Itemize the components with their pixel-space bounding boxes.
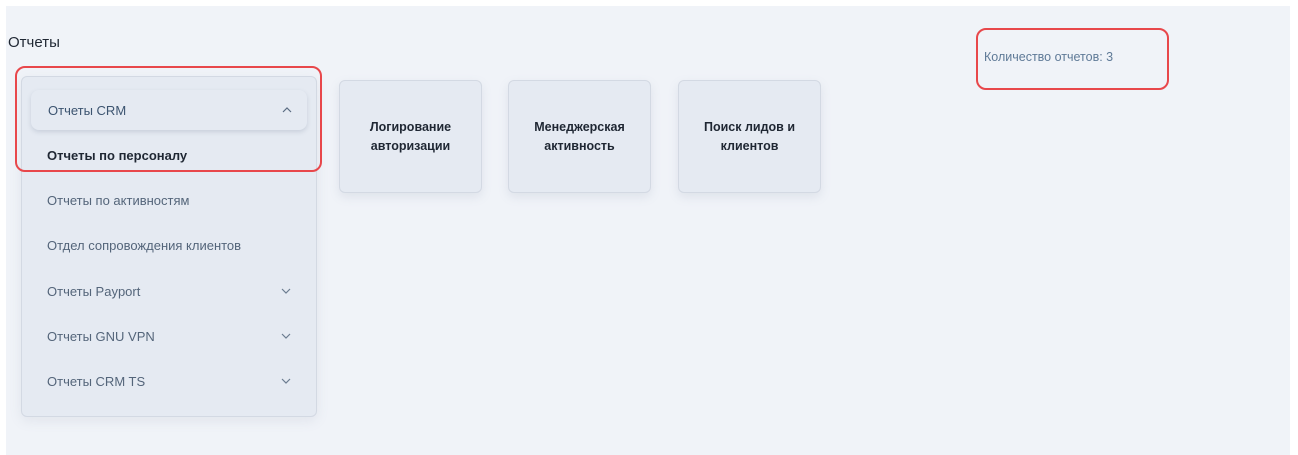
reports-category-menu: Отчеты CRM Отчеты по персоналу Отчеты по…: [21, 76, 317, 417]
menu-item-client-support-dept[interactable]: Отдел сопровождения клиентов: [22, 225, 316, 265]
chevron-down-icon: [280, 375, 292, 387]
report-card-manager-activity[interactable]: Менеджерская активность: [508, 80, 651, 193]
menu-item-label: Отчеты по активностям: [47, 192, 190, 208]
menu-item-label: Отчеты Payport: [47, 283, 141, 299]
chevron-up-icon: [281, 104, 293, 116]
chevron-down-icon: [280, 285, 292, 297]
menu-header-label: Отчеты CRM: [48, 102, 127, 118]
menu-item-staff-reports[interactable]: Отчеты по персоналу: [22, 135, 316, 175]
report-card-auth-logging[interactable]: Логирование авторизации: [339, 80, 482, 193]
menu-item-crm-ts-reports[interactable]: Отчеты CRM TS: [22, 361, 316, 401]
menu-item-label: Отчеты CRM TS: [47, 373, 146, 389]
menu-item-activity-reports[interactable]: Отчеты по активностям: [22, 180, 316, 220]
page-title: Отчеты: [8, 34, 60, 51]
menu-item-label: Отчеты GNU VPN: [47, 328, 155, 344]
menu-item-payport-reports[interactable]: Отчеты Payport: [22, 271, 316, 311]
menu-header-crm-reports[interactable]: Отчеты CRM: [31, 90, 307, 130]
menu-item-label: Отдел сопровождения клиентов: [47, 237, 242, 253]
report-count: Количество отчетов: 3: [984, 50, 1114, 64]
menu-item-gnu-vpn-reports[interactable]: Отчеты GNU VPN: [22, 316, 316, 356]
menu-item-label: Отчеты по персоналу: [47, 147, 188, 163]
report-card-leads-clients-search[interactable]: Поиск лидов и клиентов: [678, 80, 821, 193]
chevron-down-icon: [280, 330, 292, 342]
reports-panel: Отчеты Отчеты CRM Отчеты по персоналу От…: [6, 6, 1290, 455]
